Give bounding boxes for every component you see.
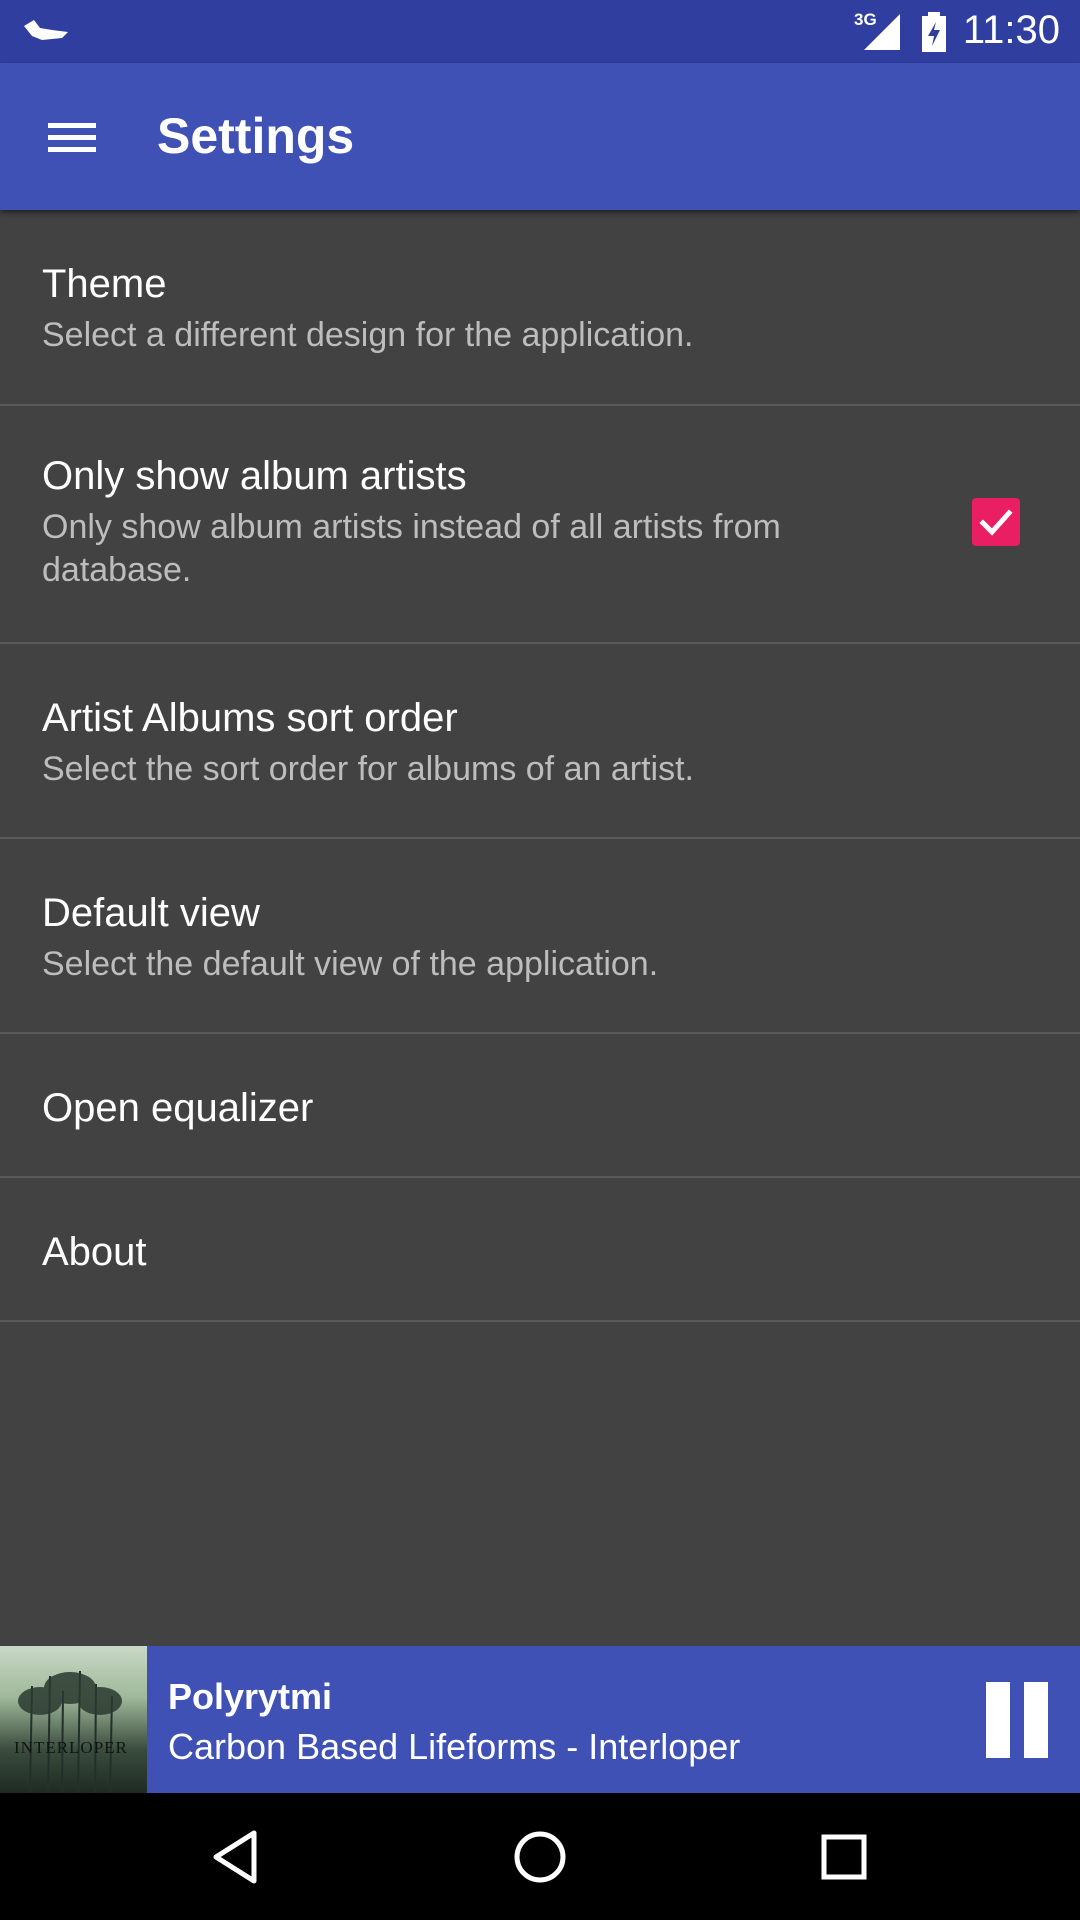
network-type-label: 3G [854,10,877,29]
pref-only-show-album-artists[interactable]: Only show album artists Only show album … [0,406,1080,644]
track-artist-album: Carbon Based Lifeforms - Interloper [168,1726,741,1767]
navigation-bar [0,1793,1080,1920]
pref-title: About [42,1230,147,1274]
pref-title: Only show album artists [42,454,467,498]
pref-summary: Only show album artists instead of all a… [42,508,781,589]
settings-list: Theme Select a different design for the … [0,210,1080,1322]
album-artists-checkbox[interactable] [972,498,1020,546]
app-bar: Settings [0,63,1080,210]
home-icon[interactable] [502,1819,578,1895]
pref-title: Artist Albums sort order [42,696,458,740]
back-icon[interactable] [198,1819,274,1895]
pref-theme[interactable]: Theme Select a different design for the … [0,210,1080,406]
pref-about[interactable]: About [0,1178,1080,1322]
now-playing-bar[interactable]: INTERLOPER Polyrytmi Carbon Based Lifefo… [0,1646,1080,1793]
pref-summary: Select the default view of the applicati… [42,945,659,983]
checkmark-icon [979,509,1013,536]
cover-text: INTERLOPER [14,1738,128,1757]
hamburger-menu-icon[interactable] [36,103,108,171]
pause-icon[interactable] [980,1682,1050,1758]
bird-notification-icon [24,20,68,40]
track-title: Polyrytmi [168,1676,333,1717]
pref-open-equalizer[interactable]: Open equalizer [0,1034,1080,1178]
pref-default-view[interactable]: Default view Select the default view of … [0,839,1080,1034]
status-bar: 3G 11:30 [0,0,1080,63]
album-cover[interactable]: INTERLOPER [0,1646,147,1793]
page-title: Settings [157,108,355,164]
pref-title: Default view [42,891,260,935]
pref-artist-albums-sort-order[interactable]: Artist Albums sort order Select the sort… [0,644,1080,839]
forest-artwork [18,1670,122,1793]
pref-title: Theme [42,262,167,306]
pref-summary: Select a different design for the applic… [42,316,694,354]
battery-charging-icon [922,12,946,52]
recents-icon[interactable] [806,1819,882,1895]
pref-title: Open equalizer [42,1086,314,1130]
pref-summary: Select the sort order for albums of an a… [42,750,694,788]
clock: 11:30 [962,8,1060,52]
